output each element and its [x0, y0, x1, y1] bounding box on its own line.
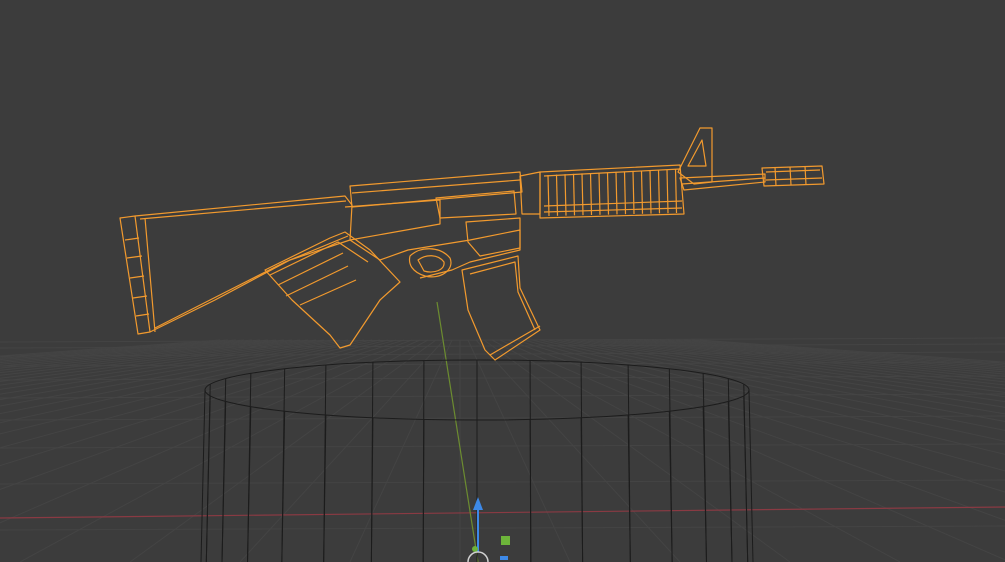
- cylinder-edge: [748, 389, 754, 562]
- 3d-viewport[interactable]: [0, 0, 1005, 562]
- grid-line: [547, 339, 1005, 431]
- viewport-canvas[interactable]: [0, 0, 1005, 562]
- cylinder-edge: [743, 384, 749, 562]
- grid-line: [595, 339, 1005, 393]
- cylinder-edge: [247, 373, 252, 562]
- grid-line: [539, 339, 1005, 442]
- transform-gizmo[interactable]: [467, 497, 510, 562]
- grid-line: [627, 339, 1005, 380]
- cylinder-edge: [221, 378, 227, 562]
- cylinder-edge: [702, 373, 707, 562]
- cylinder-edge: [281, 368, 286, 562]
- cylinder-edge: [205, 384, 211, 562]
- grid-line: [0, 339, 237, 359]
- grid-line: [475, 339, 681, 562]
- move-plane-handle[interactable]: [501, 536, 510, 545]
- move-y-dot[interactable]: [472, 546, 478, 552]
- grid-line: [675, 339, 1005, 368]
- floor-grid: [0, 337, 1005, 562]
- grid-line: [0, 393, 1005, 399]
- grid-line: [579, 339, 1005, 403]
- grid-line: [0, 479, 1005, 485]
- move-z-arrowhead[interactable]: [473, 497, 483, 510]
- grid-line: [0, 443, 1005, 449]
- grid-line: [467, 339, 571, 562]
- grid-line: [683, 339, 1005, 366]
- x-axis-line: [0, 506, 1005, 519]
- grid-line: [587, 339, 1005, 398]
- move-x-handle[interactable]: [500, 556, 508, 560]
- grid-line: [491, 339, 901, 562]
- grid-line: [0, 525, 1005, 531]
- cylinder-edge: [668, 368, 673, 562]
- grid-line: [0, 339, 229, 358]
